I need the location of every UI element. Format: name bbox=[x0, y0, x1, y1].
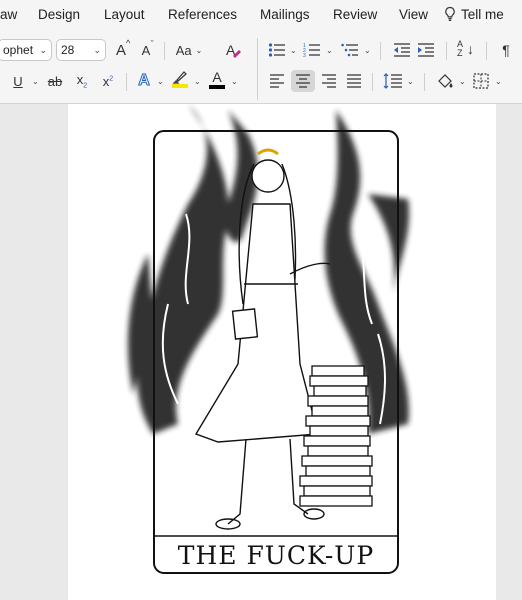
increase-indent-button[interactable] bbox=[416, 39, 436, 61]
menu-tab-bar: aw Design Layout References Mailings Rev… bbox=[0, 0, 522, 32]
chevron-down-icon[interactable]: ⌄ bbox=[326, 46, 333, 55]
font-size-value: 28 bbox=[61, 43, 75, 57]
document-page[interactable]: THE FUCK-UP bbox=[68, 104, 496, 600]
align-left-button[interactable] bbox=[266, 70, 288, 92]
chevron-down-icon[interactable]: ⌄ bbox=[231, 77, 238, 86]
ribbon-divider bbox=[446, 42, 447, 60]
superscript-button[interactable]: x2 bbox=[98, 70, 118, 92]
text-effects-button[interactable]: A bbox=[134, 70, 154, 92]
justify-button[interactable] bbox=[343, 70, 365, 92]
lightbulb-icon bbox=[445, 6, 455, 21]
chevron-down-icon: ⌄ bbox=[39, 45, 47, 55]
underline-button[interactable]: U bbox=[8, 70, 28, 92]
tab-review[interactable]: Review bbox=[333, 7, 377, 22]
font-size-combo[interactable]: 28 ⌄ bbox=[56, 39, 106, 61]
tab-design[interactable]: Design bbox=[38, 7, 80, 22]
change-case-button[interactable]: Aa ⌄ bbox=[171, 39, 207, 61]
chevron-down-icon[interactable]: ⌄ bbox=[32, 77, 39, 86]
multilevel-list-icon bbox=[341, 43, 358, 57]
sort-icon: A Z ↓ bbox=[457, 39, 474, 58]
pilcrow-icon: ¶ bbox=[502, 42, 510, 58]
tab-view[interactable]: View bbox=[399, 7, 428, 22]
ribbon-divider bbox=[372, 73, 373, 91]
justify-icon bbox=[347, 74, 361, 88]
chevron-down-icon[interactable]: ⌄ bbox=[194, 77, 201, 86]
chevron-down-icon[interactable]: ⌄ bbox=[364, 46, 371, 55]
card-title: THE FUCK-UP bbox=[177, 541, 375, 570]
ribbon-divider bbox=[164, 42, 165, 60]
chevron-down-icon[interactable]: ⌄ bbox=[495, 77, 502, 86]
highlight-button[interactable] bbox=[170, 68, 190, 90]
grow-font-button[interactable]: A ^ bbox=[110, 37, 132, 61]
change-case-icon: Aa bbox=[175, 42, 192, 58]
align-center-icon bbox=[296, 74, 310, 88]
align-right-button[interactable] bbox=[318, 70, 340, 92]
align-left-icon bbox=[270, 74, 284, 88]
ribbon-divider bbox=[424, 73, 425, 91]
font-color-icon: A bbox=[212, 68, 222, 85]
font-color-button[interactable]: A bbox=[207, 68, 227, 90]
numbering-button[interactable]: 123 bbox=[302, 39, 322, 61]
chevron-down-icon[interactable]: ⌄ bbox=[407, 77, 414, 86]
ribbon-divider bbox=[126, 73, 127, 91]
ribbon-divider bbox=[486, 42, 487, 60]
multilevel-list-button[interactable] bbox=[340, 39, 360, 61]
grow-font-icon: A ^ bbox=[115, 37, 131, 59]
borders-icon bbox=[473, 73, 489, 89]
line-spacing-button[interactable] bbox=[382, 70, 404, 92]
font-color-swatch bbox=[209, 84, 225, 89]
shrink-font-button[interactable]: Aˇ bbox=[135, 39, 157, 61]
line-spacing-icon bbox=[383, 73, 402, 89]
numbering-icon: 123 bbox=[303, 43, 320, 58]
text-effects-icon: A bbox=[138, 72, 151, 90]
shrink-font-icon: Aˇ bbox=[141, 38, 154, 58]
tab-references[interactable]: References bbox=[168, 7, 237, 22]
ribbon-divider bbox=[380, 42, 381, 60]
increase-indent-icon bbox=[418, 43, 434, 57]
font-name-combo[interactable]: ophet ⌄ bbox=[0, 39, 52, 61]
bullets-icon bbox=[268, 43, 285, 57]
clear-formatting-button[interactable]: A bbox=[222, 39, 244, 61]
subscript-button[interactable]: x2 bbox=[72, 70, 92, 92]
superscript-icon: x2 bbox=[102, 73, 114, 89]
tab-layout[interactable]: Layout bbox=[104, 7, 145, 22]
subscript-icon: x2 bbox=[76, 72, 88, 90]
chevron-down-icon[interactable]: ⌄ bbox=[290, 46, 297, 55]
font-name-value: ophet bbox=[3, 43, 34, 57]
highlighter-icon bbox=[172, 71, 187, 84]
underline-icon: U bbox=[13, 73, 23, 89]
chevron-down-icon: ⌄ bbox=[195, 45, 203, 55]
decrease-indent-button[interactable] bbox=[392, 39, 412, 61]
strikethrough-button[interactable]: ab bbox=[44, 70, 66, 92]
tarot-card-illustration bbox=[128, 104, 410, 574]
home-ribbon: ophet ⌄ 28 ⌄ A ^ Aˇ Aa ⌄ A ⌄ 123 ⌄ ⌄ A Z… bbox=[0, 32, 522, 104]
ribbon-divider bbox=[257, 38, 258, 100]
tab-mailings[interactable]: Mailings bbox=[260, 7, 310, 22]
align-center-button[interactable] bbox=[291, 70, 315, 92]
sort-button[interactable]: A Z ↓ bbox=[456, 38, 476, 60]
tell-me-search[interactable]: Tell me bbox=[444, 6, 504, 22]
chevron-down-icon: ⌄ bbox=[93, 45, 101, 55]
strikethrough-icon: ab bbox=[47, 73, 63, 89]
borders-button[interactable] bbox=[470, 70, 492, 92]
bullets-button[interactable] bbox=[267, 39, 287, 61]
tell-me-label: Tell me bbox=[461, 6, 504, 22]
chevron-down-icon[interactable]: ⌄ bbox=[157, 77, 164, 86]
align-right-icon bbox=[322, 74, 336, 88]
svg-text:3: 3 bbox=[303, 53, 306, 58]
tab-draw[interactable]: aw bbox=[0, 7, 17, 22]
highlight-color-swatch bbox=[172, 84, 188, 88]
decrease-indent-icon bbox=[394, 43, 410, 57]
chevron-down-icon[interactable]: ⌄ bbox=[459, 77, 466, 86]
shading-button[interactable] bbox=[434, 70, 456, 92]
paint-bucket-icon bbox=[438, 74, 453, 88]
show-formatting-button[interactable]: ¶ bbox=[496, 39, 516, 61]
clear-formatting-icon: A bbox=[226, 42, 241, 58]
